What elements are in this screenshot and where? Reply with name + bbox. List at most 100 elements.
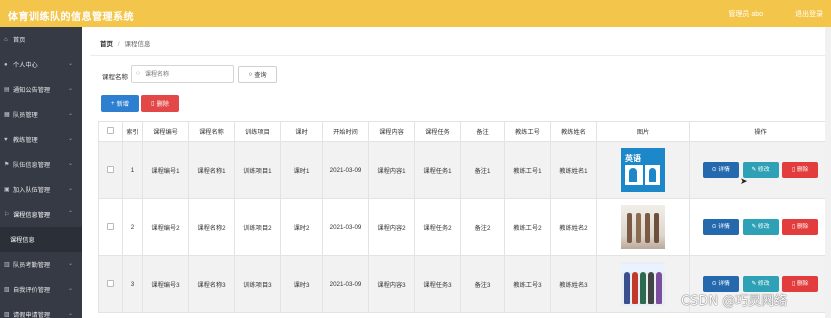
sidebar-item-leave[interactable]: ▨ 请假申请管理 ⌄	[0, 302, 82, 318]
sidebar-item-label: 队伍信息管理	[13, 162, 51, 169]
cell-start: 2021-03-09	[322, 141, 369, 199]
breadcrumb-home[interactable]: 首页	[100, 41, 113, 48]
course-table: 索引 课程编号 课程名称 训练项目 课时 开始时间 课程内容 课程任务 备注 教…	[98, 121, 831, 313]
course-image[interactable]	[621, 262, 665, 306]
table-header-row: 索引 课程编号 课程名称 训练项目 课时 开始时间 课程内容 课程任务 备注 教…	[98, 121, 831, 142]
cell-course-no: 课程编号1	[142, 141, 189, 199]
cell-content: 课程内容1	[368, 141, 415, 199]
sidebar-item-members[interactable]: ▦ 队员管理 ⌄	[0, 102, 82, 127]
image-banner	[621, 264, 665, 272]
chevron-up-icon: ⌃	[67, 211, 73, 217]
row-checkbox[interactable]	[107, 279, 114, 287]
cell-course-no: 课程编号3	[142, 255, 189, 313]
delete-button-label: 删除	[796, 281, 809, 287]
sidebar-item-coaches[interactable]: ♥ 教练管理 ⌄	[0, 127, 82, 152]
sidebar-item-join[interactable]: ▣ 加入队伍管理 ⌄	[0, 177, 82, 202]
select-all-cell[interactable]	[98, 121, 123, 142]
chevron-down-icon: ⌄	[67, 286, 73, 292]
cell-start: 2021-03-09	[322, 255, 369, 313]
delete-button[interactable]: ▯ 删除	[782, 219, 819, 235]
edit-button-label: 修改	[757, 281, 770, 287]
course-image[interactable]	[621, 205, 665, 249]
cell-remark: 备注2	[460, 198, 505, 256]
delete-button[interactable]: ▯ 删除	[782, 276, 819, 292]
course-icon: ⚐	[4, 212, 10, 218]
row-select-cell[interactable]	[98, 255, 123, 313]
chevron-down-icon: ⌄	[67, 86, 73, 92]
watermark: CSDN @巧灵网络	[681, 294, 788, 309]
add-button[interactable]: + 新增	[101, 95, 139, 112]
cell-coach-name: 教练姓名2	[550, 198, 597, 256]
column-header: 课程编号	[142, 121, 189, 142]
sidebar-item-courses[interactable]: ⚐ 课程信息管理 ⌃	[0, 202, 82, 227]
mouse-pointer-icon: ➤	[740, 176, 748, 186]
sidebar-item-label: 首页	[13, 37, 26, 44]
review-icon: ▧	[4, 287, 10, 293]
course-image[interactable]: 英语	[621, 148, 665, 192]
sidebar-item-label: 自我评价管理	[13, 287, 51, 294]
search-icon: ○	[136, 70, 140, 77]
detail-button[interactable]: ⊙ 详情	[702, 162, 739, 178]
sidebar-item-label: 教练管理	[13, 137, 38, 144]
column-header: 课程任务	[414, 121, 461, 142]
cell-coach-name: 教练姓名3	[550, 255, 597, 313]
person-figure	[640, 272, 646, 304]
chevron-down-icon: ⌄	[67, 61, 73, 67]
team-icon: ▦	[4, 112, 10, 118]
sidebar-item-attendance[interactable]: ▥ 队员考勤管理 ⌄	[0, 252, 82, 277]
cell-task: 课程任务1	[414, 141, 461, 199]
person-figure	[627, 213, 632, 243]
sidebar-item-teams[interactable]: ⚑ 队伍信息管理 ⌄	[0, 152, 82, 177]
sidebar-item-label: 队员管理	[13, 112, 38, 119]
cell-image: 英语	[596, 141, 690, 199]
cell-actions: ⊙ 详情 ✎ 修改 ▯ 删除	[689, 141, 831, 199]
cell-project: 训练项目3	[234, 255, 281, 313]
sidebar-item-label: 个人中心	[13, 62, 38, 69]
sidebar-subitem-course-info[interactable]: 课程信息	[0, 227, 82, 252]
person-figure	[636, 213, 641, 243]
vertical-scrollbar[interactable]	[825, 27, 831, 318]
app-title: 体育训练队的信息管理系统	[8, 12, 134, 23]
detail-button-label: 详情	[718, 281, 730, 287]
sidebar-item-review[interactable]: ▧ 自我评价管理 ⌄	[0, 277, 82, 302]
batch-delete-button[interactable]: ▯ 删除	[141, 95, 179, 112]
sidebar-item-profile[interactable]: ● 个人中心 ⌄	[0, 52, 82, 77]
person-figure	[656, 272, 662, 304]
cell-course-no: 课程编号2	[142, 198, 189, 256]
search-box: ○	[131, 65, 234, 83]
person-figure	[632, 272, 638, 304]
detail-button-label: 详情	[718, 167, 730, 173]
query-button-label: 查询	[254, 72, 267, 79]
person-figure	[645, 213, 650, 243]
row-select-cell[interactable]	[98, 198, 123, 256]
search-input[interactable]	[145, 69, 230, 80]
row-select-cell[interactable]	[98, 141, 123, 199]
cell-index: 2	[122, 198, 143, 256]
breadcrumb: 首页 / 课程信息	[100, 38, 150, 48]
row-checkbox[interactable]	[107, 165, 114, 173]
chevron-down-icon: ⌄	[67, 161, 73, 167]
logout-link[interactable]: 退出登录	[795, 9, 823, 19]
row-checkbox[interactable]	[107, 222, 114, 230]
chevron-down-icon: ⌄	[67, 186, 73, 192]
sidebar-item-label: 加入队伍管理	[13, 187, 51, 194]
cell-coach-no: 教练工号2	[504, 198, 551, 256]
edit-button[interactable]: ✎ 修改	[742, 219, 779, 235]
cell-project: 训练项目1	[234, 141, 281, 199]
trash-icon: ▯	[151, 100, 155, 107]
select-all-checkbox[interactable]	[107, 127, 114, 134]
detail-button[interactable]: ⊙ 详情	[702, 219, 739, 235]
detail-button-label: 详情	[718, 224, 730, 230]
divider	[90, 55, 831, 56]
delete-button[interactable]: ▯ 删除	[782, 162, 819, 178]
chevron-down-icon: ⌄	[67, 111, 73, 117]
top-header-bar: 体育训练队的信息管理系统 管理员 abo 退出登录	[0, 0, 831, 27]
current-user-label[interactable]: 管理员 abo	[728, 9, 763, 19]
sidebar-item-notice[interactable]: ▤ 通知公告管理 ⌄	[0, 77, 82, 102]
add-button-label: 新增	[116, 101, 129, 108]
cell-coach-name: 教练姓名1	[550, 141, 597, 199]
coach-icon: ♥	[4, 136, 8, 143]
query-button[interactable]: ○ 查询	[238, 66, 277, 83]
sidebar-item-home[interactable]: ⌂ 首页	[0, 27, 82, 52]
person-figure	[648, 272, 654, 304]
